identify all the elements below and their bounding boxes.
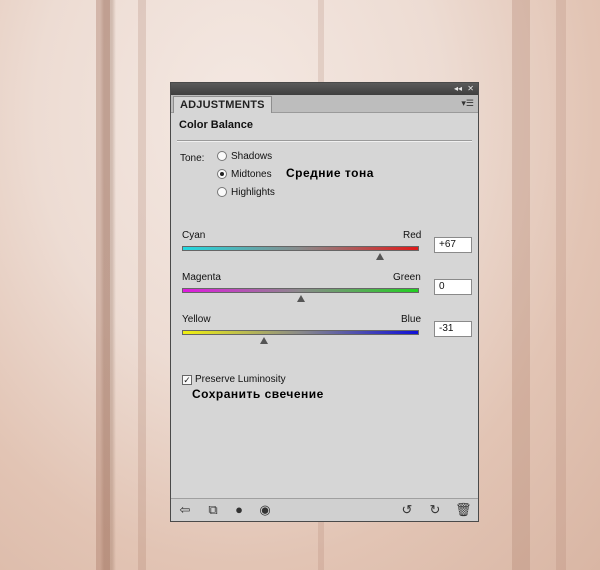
preserve-luminosity-checkbox[interactable]: ✓	[182, 374, 192, 385]
panel-menu-icon[interactable]: ▾☰	[461, 98, 474, 109]
cyan-red-slider-thumb[interactable]	[375, 253, 384, 260]
slider-left-label: Yellow	[182, 314, 211, 325]
back-arrow-icon[interactable]: ⇦	[177, 502, 193, 518]
radio-shadows[interactable]: Shadows	[217, 149, 272, 163]
radio-button[interactable]	[217, 169, 227, 179]
yellow-blue-slider[interactable]	[182, 330, 419, 335]
background-tree	[138, 0, 146, 570]
tab-row: ADJUSTMENTS ▾☰	[171, 95, 478, 113]
reset-icon[interactable]: ↻	[427, 502, 443, 518]
radio-label: Midtones	[231, 168, 272, 180]
background-tree	[512, 0, 530, 570]
slider-left-label: Cyan	[182, 230, 206, 241]
radio-button[interactable]	[217, 151, 227, 161]
slider-right-label: Red	[403, 230, 422, 241]
magenta-green-slider-thumb[interactable]	[296, 295, 305, 302]
view-previous-icon[interactable]: ↺	[399, 502, 415, 518]
midtones-annotation: Средние тона	[286, 166, 374, 180]
panel-topbar: ◂◂ ✕	[171, 83, 478, 95]
panel-title: Color Balance	[179, 119, 253, 131]
radio-label: Shadows	[231, 150, 273, 162]
cyan-red-value-field[interactable]: +67	[434, 237, 472, 253]
magenta-green-slider[interactable]	[182, 288, 419, 293]
background-tree	[556, 0, 566, 570]
radio-highlights[interactable]: Highlights	[217, 185, 275, 199]
close-icon[interactable]: ✕	[467, 83, 474, 95]
radio-midtones[interactable]: Midtones	[217, 167, 272, 181]
yellow-blue-value-field[interactable]: -31	[434, 321, 472, 337]
yellow-blue-slider-thumb[interactable]	[259, 337, 268, 344]
divider	[177, 140, 472, 142]
cyan-red-slider[interactable]	[182, 246, 419, 251]
radio-label: Highlights	[231, 186, 275, 198]
radio-button[interactable]	[217, 187, 227, 197]
clip-layer-icon[interactable]: ⧉	[205, 502, 221, 518]
bottom-toolbar: ⇦ ⧉ ● ◉ ↺ ↻ 🗑	[171, 498, 478, 521]
slider-left-label: Magenta	[182, 272, 221, 283]
mask-icon[interactable]: ●	[231, 502, 247, 518]
slider-right-label: Green	[393, 272, 421, 283]
slider-right-label: Blue	[401, 314, 422, 325]
tone-label: Tone:	[180, 153, 205, 164]
trash-icon[interactable]: 🗑	[455, 502, 472, 518]
tab-adjustments[interactable]: ADJUSTMENTS	[173, 96, 272, 113]
preserve-luminosity[interactable]: ✓ Preserve Luminosity	[182, 374, 286, 385]
adjustments-panel: ◂◂ ✕ ADJUSTMENTS ▾☰ Color Balance Tone: …	[170, 82, 479, 522]
preserve-annotation: Сохранить свечение	[192, 387, 324, 401]
checkbox-label: Preserve Luminosity	[195, 374, 286, 385]
background-tree	[96, 0, 110, 570]
collapse-icon[interactable]: ◂◂	[454, 83, 462, 95]
magenta-green-value-field[interactable]: 0	[434, 279, 472, 295]
eye-icon[interactable]: ◉	[257, 502, 273, 518]
